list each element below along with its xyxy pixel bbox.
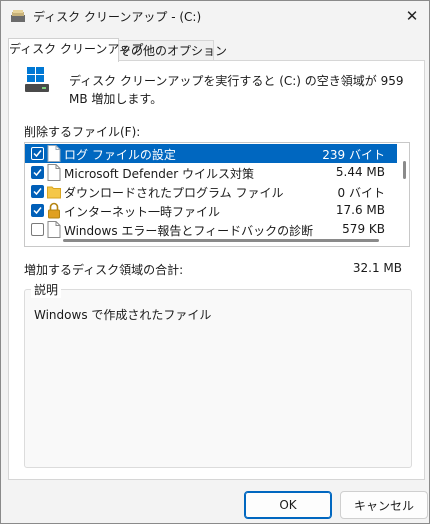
checkbox-unchecked[interactable] [31, 223, 44, 236]
tab-disk-cleanup[interactable]: ディスク クリーンアップ [8, 38, 143, 62]
list-item-size: 239 バイト [322, 148, 385, 162]
cleanup-summary-text: ディスク クリーンアップを実行すると (C:) の空き領域が 959 MB 増加… [69, 74, 404, 106]
list-item-name: ダウンロードされたプログラム ファイル [64, 186, 284, 200]
vertical-scrollbar[interactable] [403, 161, 406, 179]
list-item-size: 17.6 MB [335, 203, 385, 217]
lock-icon [48, 202, 60, 219]
checkmark-icon [33, 150, 42, 158]
checkmark-icon [33, 169, 42, 177]
document-icon [47, 145, 61, 162]
list-item-size: 579 KB [342, 222, 385, 236]
total-space-value: 32.1 MB [352, 261, 402, 275]
files-to-delete-list[interactable]: ログ ファイルの設定 239 バイト Microsoft Defender ウイ… [24, 142, 410, 247]
checkmark-icon [33, 207, 42, 215]
list-item[interactable]: Microsoft Defender ウイルス対策 5.44 MB [25, 163, 397, 182]
disk-cleanup-window: ディスク クリーンアップ - (C:) ✕ ディスク クリーンアップ その他のオ… [0, 0, 430, 524]
list-item-name: インターネット一時ファイル [64, 205, 221, 219]
description-text: Windows で作成されたファイル [34, 308, 212, 322]
list-item[interactable]: Windows エラー報告とフィードバックの診断 579 KB [25, 220, 397, 239]
horizontal-scrollbar[interactable] [63, 239, 379, 242]
list-item-name: Windows エラー報告とフィードバックの診断 [64, 224, 314, 238]
files-to-delete-label: 削除するファイル(F): [24, 125, 141, 139]
list-item[interactable]: ダウンロードされたプログラム ファイル 0 バイト [25, 182, 397, 201]
document-icon [47, 221, 61, 238]
list-item-size: 0 バイト [337, 186, 385, 200]
list-item[interactable]: インターネット一時ファイル 17.6 MB [25, 201, 397, 220]
disk-cleanup-app-icon [11, 10, 25, 22]
close-icon: ✕ [405, 7, 419, 25]
list-item[interactable]: ログ ファイルの設定 239 バイト [25, 144, 397, 163]
tab-panel: ディスク クリーンアップを実行すると (C:) の空き領域が 959 MB 増加… [8, 60, 425, 480]
checkmark-icon [33, 188, 42, 196]
document-icon [47, 164, 61, 181]
list-item-name: Microsoft Defender ウイルス対策 [64, 167, 255, 181]
ok-button[interactable]: OK [244, 491, 332, 519]
drive-icon [25, 67, 49, 92]
title-bar[interactable]: ディスク クリーンアップ - (C:) ✕ [1, 1, 429, 31]
list-item-name: ログ ファイルの設定 [64, 148, 176, 162]
description-legend: 説明 [31, 281, 62, 298]
window-title: ディスク クリーンアップ - (C:) [33, 10, 202, 24]
total-space-label: 増加するディスク領域の合計: [24, 263, 184, 277]
folder-icon [47, 186, 61, 199]
list-item-size: 5.44 MB [335, 165, 385, 179]
cancel-button[interactable]: キャンセル [340, 491, 428, 519]
close-button[interactable]: ✕ [395, 1, 429, 31]
checkbox-checked[interactable] [31, 166, 44, 179]
checkbox-checked[interactable] [31, 185, 44, 198]
checkbox-checked[interactable] [31, 204, 44, 217]
checkbox-checked[interactable] [31, 147, 44, 160]
